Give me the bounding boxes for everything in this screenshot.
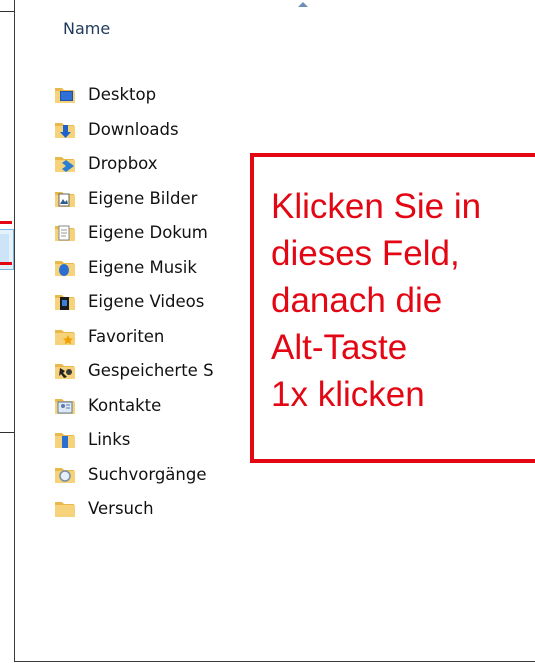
desktop-folder-icon — [54, 85, 76, 105]
folder-item-dropbox[interactable]: Dropbox — [54, 147, 214, 182]
folder-label: Dropbox — [88, 154, 158, 174]
folder-label: Links — [88, 430, 131, 450]
folder-label: Favoriten — [88, 326, 165, 346]
background-annotation-fragment — [0, 221, 12, 224]
callout-line: dieses Feld, — [271, 234, 460, 273]
folder-label: Downloads — [88, 119, 179, 139]
name-column-header[interactable]: Name — [63, 19, 110, 38]
folder-list: Desktop Downloads Dropbox Eigene Bilder … — [54, 78, 214, 527]
folder-item-eigene-videos[interactable]: Eigene Videos — [54, 285, 214, 320]
background-window-divider — [0, 432, 14, 433]
folder-item-eigene-musik[interactable]: Eigene Musik — [54, 251, 214, 286]
folder-label: Desktop — [88, 85, 157, 105]
callout-line: Klicken Sie in — [271, 187, 482, 226]
folder-item-eigene-bilder[interactable]: Eigene Bilder — [54, 182, 214, 217]
saved-games-folder-icon — [54, 361, 76, 381]
callout-line: 1x klicken — [271, 375, 425, 414]
folder-item-desktop[interactable]: Desktop — [54, 78, 214, 113]
folder-item-downloads[interactable]: Downloads — [54, 113, 214, 148]
searches-folder-icon — [54, 465, 76, 485]
folder-label: Eigene Videos — [88, 292, 205, 312]
folder-item-kontakte[interactable]: Kontakte — [54, 389, 214, 424]
callout-line: danach die — [271, 281, 443, 320]
videos-folder-icon — [54, 292, 76, 312]
favorites-folder-icon — [54, 327, 76, 347]
links-folder-icon — [54, 430, 76, 450]
dropbox-folder-icon — [54, 154, 76, 174]
background-address-field-fill — [0, 234, 9, 265]
music-folder-icon — [54, 258, 76, 278]
folder-item-gespeicherte-spiele[interactable]: Gespeicherte S — [54, 354, 214, 389]
folder-item-versuch[interactable]: Versuch — [54, 492, 214, 527]
folder-item-links[interactable]: Links — [54, 423, 214, 458]
background-annotation-fragment-lower — [0, 262, 12, 265]
folder-icon — [54, 499, 76, 519]
callout-line: Alt-Taste — [271, 328, 408, 367]
sort-ascending-icon[interactable] — [298, 2, 308, 7]
folder-label: Suchvorgänge — [88, 464, 207, 484]
folder-label: Gespeicherte S — [88, 361, 214, 381]
folder-item-suchvorgaenge[interactable]: Suchvorgänge — [54, 458, 214, 493]
documents-folder-icon — [54, 223, 76, 243]
background-window-top-border — [0, 11, 14, 12]
folder-label: Versuch — [88, 499, 154, 519]
instruction-callout: Klicken Sie in dieses Feld, danach die A… — [250, 153, 535, 463]
folder-label: Eigene Musik — [88, 257, 197, 277]
folder-label: Eigene Bilder — [88, 188, 198, 208]
downloads-folder-icon — [54, 120, 76, 140]
folder-label: Kontakte — [88, 395, 162, 415]
folder-item-favoriten[interactable]: Favoriten — [54, 320, 214, 355]
folder-label: Eigene Dokum — [88, 223, 208, 243]
contacts-folder-icon — [54, 396, 76, 416]
pictures-folder-icon — [54, 189, 76, 209]
folder-item-eigene-dokumente[interactable]: Eigene Dokum — [54, 216, 214, 251]
